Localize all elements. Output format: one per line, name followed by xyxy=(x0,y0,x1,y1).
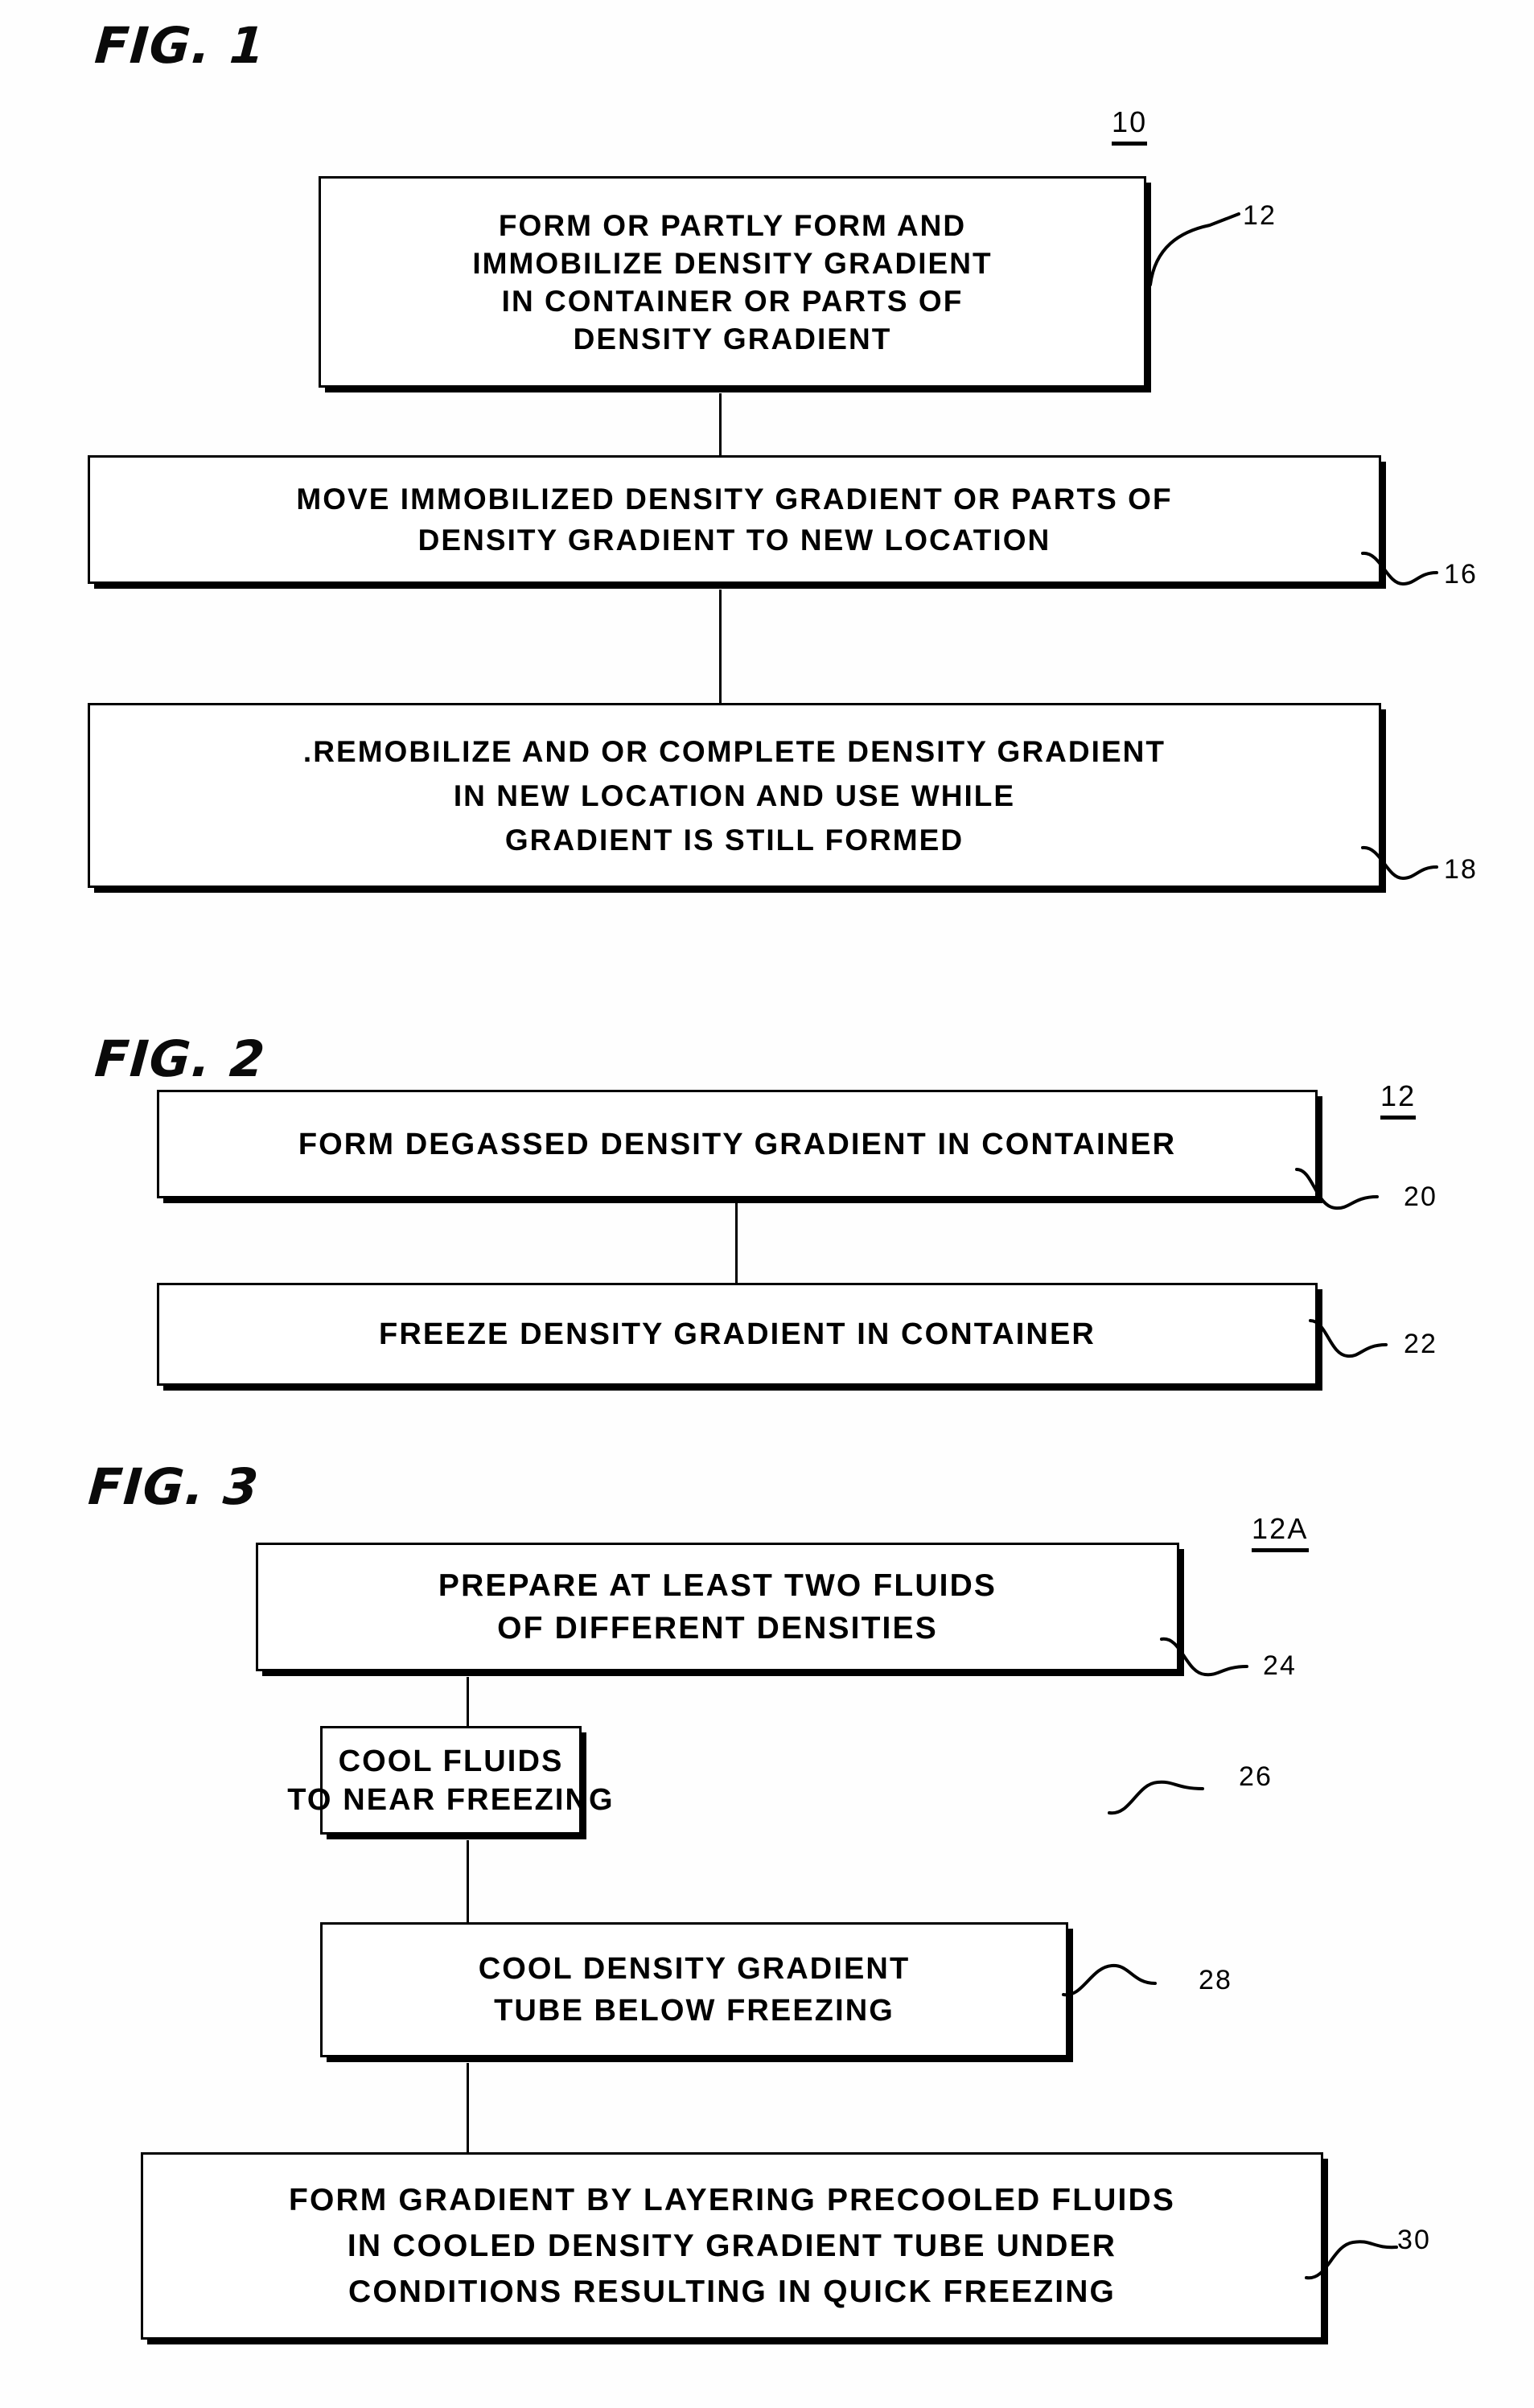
process-box-20: FORM DEGASSED DENSITY GRADIENT IN CONTAI… xyxy=(157,1090,1318,1198)
connector-20-to-22 xyxy=(735,1203,738,1284)
reference-numeral-28: 28 xyxy=(1199,1965,1232,1995)
process-box-24-line-2: OF DIFFERENT DENSITIES xyxy=(497,1611,938,1646)
leader-line-22 xyxy=(1307,1317,1404,1367)
reference-numeral-12: 12 xyxy=(1243,200,1277,231)
process-box-22-line-1: FREEZE DENSITY GRADIENT IN CONTAINER xyxy=(379,1317,1096,1351)
process-box-18-line-1: .REMOBILIZE AND OR COMPLETE DENSITY GRAD… xyxy=(302,734,1166,768)
reference-numeral-18: 18 xyxy=(1444,854,1478,885)
reference-numeral-26: 26 xyxy=(1239,1761,1273,1792)
assembly-reference-10: 10 xyxy=(1112,105,1148,146)
process-box-16-line-2: DENSITY GRADIENT TO NEW LOCATION xyxy=(417,524,1051,557)
process-box-12-line-2: IMMOBILIZE DENSITY GRADIENT xyxy=(472,246,993,280)
process-box-28-body: COOL DENSITY GRADIENT TUBE BELOW FREEZIN… xyxy=(320,1922,1068,2057)
figure-title-fig2: FIG. 2 xyxy=(93,1029,268,1088)
assembly-reference-12a: 12A xyxy=(1252,1512,1309,1552)
figure-title-fig3: FIG. 3 xyxy=(86,1457,261,1516)
connector-26-to-28 xyxy=(467,1840,469,1923)
reference-numeral-22: 22 xyxy=(1404,1329,1437,1359)
process-box-24-line-1: PREPARE AT LEAST TWO FLUIDS xyxy=(438,1568,997,1603)
connector-16-to-18 xyxy=(719,590,722,704)
process-box-26-line-2: TO NEAR FREEZING xyxy=(287,1782,615,1817)
reference-numeral-16: 16 xyxy=(1444,559,1478,590)
process-box-12-line-4: DENSITY GRADIENT xyxy=(573,322,892,355)
process-box-18-line-2: IN NEW LOCATION AND USE WHILE xyxy=(453,779,1016,812)
process-box-12-line-3: IN CONTAINER OR PARTS OF xyxy=(501,284,964,318)
connector-24-to-26 xyxy=(467,1677,469,1729)
leader-line-26 xyxy=(1106,1769,1227,1826)
process-box-20-line-1: FORM DEGASSED DENSITY GRADIENT IN CONTAI… xyxy=(298,1127,1177,1161)
process-box-16-line-1: MOVE IMMOBILIZED DENSITY GRADIENT OR PAR… xyxy=(296,483,1173,516)
reference-numeral-24: 24 xyxy=(1263,1650,1297,1681)
connector-28-to-30 xyxy=(467,2063,469,2154)
process-box-28-line-2: TUBE BELOW FREEZING xyxy=(494,1994,894,2028)
process-box-18: .REMOBILIZE AND OR COMPLETE DENSITY GRAD… xyxy=(88,703,1381,888)
process-box-30-line-2: IN COOLED DENSITY GRADIENT TUBE UNDER xyxy=(347,2229,1117,2263)
reference-numeral-30: 30 xyxy=(1397,2225,1431,2255)
process-box-26-body: COOL FLUIDS TO NEAR FREEZING xyxy=(287,1726,613,1835)
process-box-18-line-3: GRADIENT IS STILL FORMED xyxy=(504,823,964,857)
process-box-30: FORM GRADIENT BY LAYERING PRECOOLED FLUI… xyxy=(141,2152,1323,2340)
assembly-reference-12: 12 xyxy=(1380,1079,1417,1120)
connector-12-to-16 xyxy=(719,393,722,456)
process-box-16: MOVE IMMOBILIZED DENSITY GRADIENT OR PAR… xyxy=(88,455,1381,584)
process-box-28-line-1: COOL DENSITY GRADIENT xyxy=(478,1952,911,1986)
process-box-24: PREPARE AT LEAST TWO FLUIDS OF DIFFERENT… xyxy=(256,1543,1179,1671)
figure-title-fig1: FIG. 1 xyxy=(93,16,268,75)
process-box-30-line-3: CONDITIONS RESULTING IN QUICK FREEZING xyxy=(348,2274,1116,2309)
process-box-22: FREEZE DENSITY GRADIENT IN CONTAINER xyxy=(157,1283,1318,1386)
process-box-12-line-1: FORM OR PARTLY FORM AND xyxy=(498,208,967,242)
process-box-26-line-1: COOL FLUIDS xyxy=(338,1744,564,1778)
process-box-30-line-1: FORM GRADIENT BY LAYERING PRECOOLED FLUI… xyxy=(289,2183,1175,2217)
reference-numeral-20: 20 xyxy=(1404,1181,1437,1212)
leader-line-28 xyxy=(1060,1954,1185,2015)
process-box-12: FORM OR PARTLY FORM AND IMMOBILIZE DENSI… xyxy=(319,176,1146,388)
patent-drawing-sheet: FIG. 1 10 FORM OR PARTLY FORM AND IMMOBI… xyxy=(0,0,1534,2408)
